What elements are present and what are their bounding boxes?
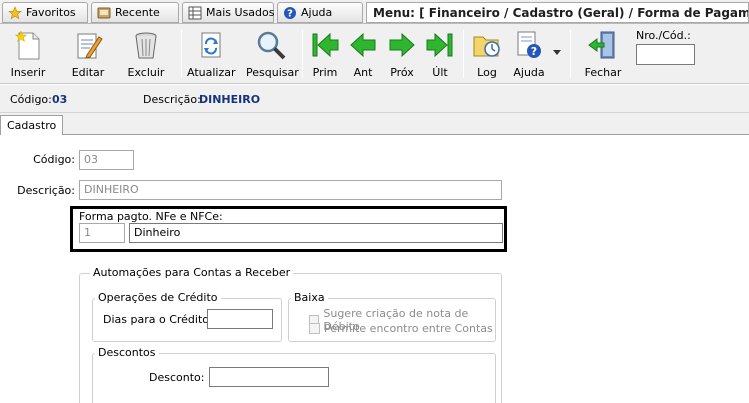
ult-label: Últ xyxy=(432,66,448,79)
desconto-label: Desconto: xyxy=(149,371,205,384)
fechar-button[interactable]: Fechar xyxy=(581,28,625,80)
descricao-field[interactable]: DINHEIRO xyxy=(79,180,502,200)
excluir-button[interactable]: Excluir xyxy=(124,28,168,80)
permite-checkbox[interactable]: Permite encontro entre Contas xyxy=(309,322,493,335)
tab-mais-usados-label: Mais Usados xyxy=(206,6,275,19)
record-descricao-label: Descrição: xyxy=(143,93,201,106)
first-icon xyxy=(308,28,342,62)
ant-button[interactable]: Ant xyxy=(341,28,385,80)
ajuda-label: Ajuda xyxy=(513,66,545,79)
tab-cadastro[interactable]: Cadastro xyxy=(0,115,64,136)
nfe-description-field[interactable]: Dinheiro xyxy=(129,223,503,243)
tab-favoritos-label: Favoritos xyxy=(26,6,76,19)
automacoes-caption: Automações para Contas a Receber xyxy=(90,266,294,279)
ajuda-button[interactable]: ? Ajuda xyxy=(507,28,551,80)
pesquisar-label: Pesquisar xyxy=(246,66,299,79)
pesquisar-button[interactable]: Pesquisar xyxy=(246,28,299,80)
inserir-label: Inserir xyxy=(10,66,46,79)
last-icon xyxy=(423,28,457,62)
menu-breadcrumb: Menu: [ Financeiro / Cadastro (Geral) / … xyxy=(366,2,749,23)
log-folder-icon xyxy=(470,28,504,62)
nfe-code-field[interactable]: 1 xyxy=(79,223,125,243)
grid-icon xyxy=(188,6,202,20)
trash-icon xyxy=(129,28,163,62)
help-document-icon: ? xyxy=(512,28,546,62)
new-document-icon xyxy=(11,28,45,62)
permite-label: Permite encontro entre Contas xyxy=(324,322,493,335)
operacoes-group: Operações de Crédito Dias para o Crédito… xyxy=(92,291,282,342)
operacoes-caption: Operações de Crédito xyxy=(95,291,221,304)
excluir-label: Excluir xyxy=(127,66,165,79)
refresh-icon xyxy=(194,28,228,62)
nro-cod-input[interactable] xyxy=(636,44,695,65)
baixa-group: Baixa Sugere criação de nota de Débito P… xyxy=(288,291,496,342)
tab-mais-usados[interactable]: Mais Usados xyxy=(182,2,274,23)
toolbar: Inserir Editar Excluir Atualizar Pesquis… xyxy=(0,24,749,84)
nfe-caption: Forma pagto. NFe e NFCe: xyxy=(79,210,223,223)
toolbar-separator xyxy=(570,30,571,78)
record-header: Código: 03 Descrição: DINHEIRO xyxy=(0,85,749,113)
codigo-label: Código: xyxy=(33,153,75,166)
ant-label: Ant xyxy=(353,66,373,79)
record-codigo-value: 03 xyxy=(52,93,68,106)
dias-credito-field[interactable] xyxy=(207,309,273,329)
clock-icon xyxy=(97,6,111,20)
star-icon xyxy=(8,5,22,20)
log-button[interactable]: Log xyxy=(465,28,509,80)
tab-recente[interactable]: Recente xyxy=(91,2,179,23)
cadastro-form: Código: 03 Descrição: DINHEIRO Forma pag… xyxy=(0,135,749,403)
exit-door-icon xyxy=(586,28,620,62)
atualizar-label: Atualizar xyxy=(187,66,236,79)
baixa-caption: Baixa xyxy=(291,291,328,304)
help-icon: ? xyxy=(283,6,297,20)
svg-text:?: ? xyxy=(287,8,293,19)
previous-icon xyxy=(346,28,380,62)
ult-button[interactable]: Últ xyxy=(418,28,462,80)
log-label: Log xyxy=(477,66,497,79)
top-tab-row: Favoritos Recente Mais Usados ? Ajuda Me… xyxy=(0,0,749,24)
tab-ajuda[interactable]: ? Ajuda xyxy=(277,2,363,23)
svg-text:?: ? xyxy=(531,45,537,58)
ajuda-dropdown-arrow[interactable] xyxy=(553,46,561,59)
tab-favoritos[interactable]: Favoritos xyxy=(2,2,88,23)
magnifier-icon xyxy=(254,28,288,62)
automacoes-group: Automações para Contas a Receber Operaçõ… xyxy=(79,266,502,403)
editar-button[interactable]: Editar xyxy=(66,28,110,80)
codigo-field[interactable]: 03 xyxy=(79,150,134,170)
permite-box xyxy=(309,323,320,334)
inner-tab-bar: Cadastro xyxy=(0,113,749,136)
descontos-caption: Descontos xyxy=(95,346,159,359)
record-codigo-label: Código: xyxy=(10,93,52,106)
tab-ajuda-label: Ajuda xyxy=(301,6,333,19)
inserir-button[interactable]: Inserir xyxy=(6,28,50,80)
descontos-group: Descontos Desconto: xyxy=(92,346,496,403)
next-icon xyxy=(385,28,419,62)
editar-label: Editar xyxy=(71,66,105,79)
descricao-label: Descrição: xyxy=(17,184,75,197)
dias-label: Dias para o Crédito: xyxy=(103,313,213,326)
fechar-label: Fechar xyxy=(584,66,622,79)
desconto-field[interactable] xyxy=(209,367,329,387)
toolbar-separator xyxy=(181,30,182,78)
atualizar-button[interactable]: Atualizar xyxy=(187,28,236,80)
nfe-highlight-box: Forma pagto. NFe e NFCe: 1 Dinheiro xyxy=(70,206,507,252)
toolbar-separator xyxy=(463,30,464,78)
record-descricao-value: DINHEIRO xyxy=(199,93,261,106)
edit-icon xyxy=(71,28,105,62)
nro-cod-label: Nro./Cód.: xyxy=(636,29,691,42)
tab-recente-label: Recente xyxy=(115,6,160,19)
